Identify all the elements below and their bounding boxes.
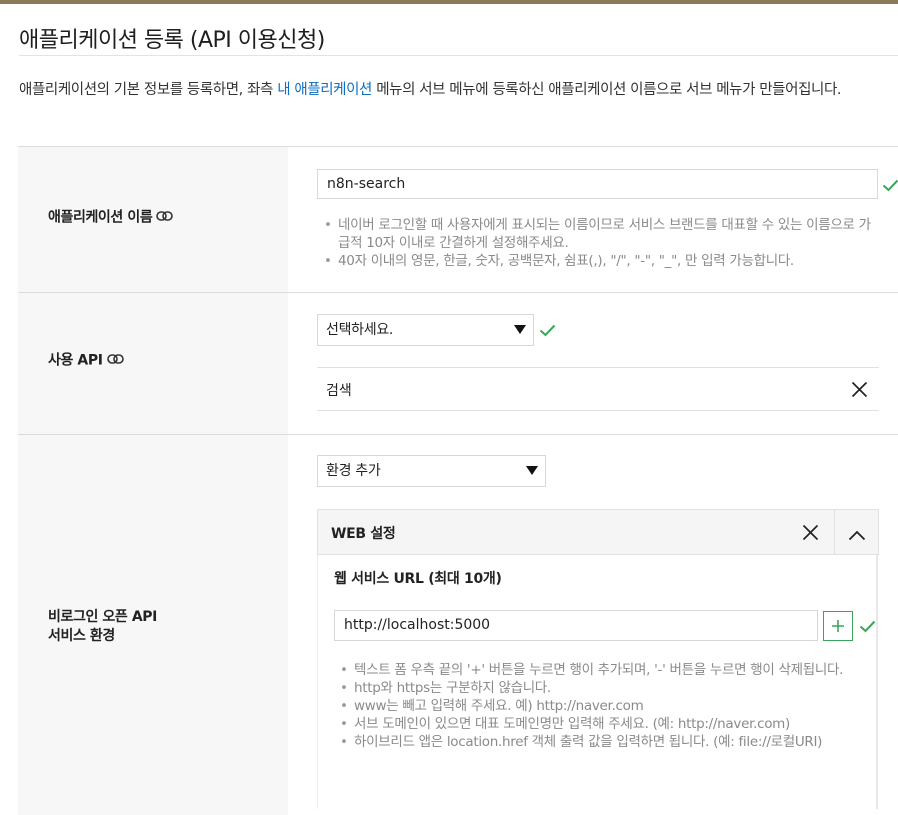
- page-title: 애플리케이션 등록 (API 이용신청): [19, 28, 325, 53]
- web-url-hints: 텍스트 폼 우측 끝의 '+' 버튼을 누르면 행이 추가되며, '-' 버튼을…: [337, 661, 857, 751]
- application-form: 애플리케이션 이름 n8n-search 네이버 로그인할 때 사용자에게 표시…: [18, 146, 898, 815]
- app-name-input[interactable]: n8n-search: [317, 169, 878, 199]
- app-name-label-cell: 애플리케이션 이름: [18, 147, 288, 292]
- my-applications-link[interactable]: 내 애플리케이션: [277, 82, 372, 98]
- environment-label-line2: 서비스 환경: [48, 628, 115, 644]
- api-label-text: 사용 API: [48, 352, 103, 369]
- description-text-before: 애플리케이션의 기본 정보를 등록하면, 좌측: [19, 82, 278, 98]
- web-url-input[interactable]: http://localhost:5000: [334, 610, 818, 641]
- api-label-cell: 사용 API: [18, 293, 288, 434]
- hint-item: http와 https는 구분하지 않습니다.: [337, 679, 857, 697]
- check-icon: [539, 322, 556, 341]
- title-divider: [19, 55, 898, 56]
- environment-label-cell: 비로그인 오픈 API 서비스 환경: [18, 435, 288, 815]
- remove-api-button[interactable]: [851, 381, 868, 402]
- collapse-web-settings-button[interactable]: [848, 526, 866, 545]
- hint-item: www는 빼고 입력해 주세요. 예) http://naver.com: [337, 697, 857, 715]
- hint-item: 텍스트 폼 우측 끝의 '+' 버튼을 누르면 행이 추가되며, '-' 버튼을…: [337, 661, 857, 679]
- dropdown-arrow-icon: [526, 466, 538, 475]
- api-label: 사용 API: [48, 351, 124, 371]
- api-select[interactable]: 선택하세요.: [317, 314, 534, 346]
- environment-select[interactable]: 환경 추가: [317, 455, 546, 487]
- app-name-hints: 네이버 로그인할 때 사용자에게 표시되는 이름이므로 서비스 브랜드를 대표할…: [321, 216, 877, 270]
- header-divider: [834, 510, 835, 554]
- top-accent-bar: [0, 0, 898, 4]
- description-text-after: 메뉴의 서브 메뉴에 등록하신 애플리케이션 이름으로 서브 메뉴가 만들어집니…: [371, 82, 842, 98]
- close-icon: [802, 524, 819, 541]
- web-settings-body: 웹 서비스 URL (최대 10개) http://localhost:5000…: [317, 555, 878, 809]
- hint-item: 40자 이내의 영문, 한글, 숫자, 공백문자, 쉼표(,), "/", "-…: [321, 252, 877, 270]
- hint-item: 서브 도메인이 있으면 대표 도메인명만 입력해 주세요. (예: http:/…: [337, 715, 857, 733]
- selected-api-label: 검색: [326, 383, 352, 399]
- page-description: 애플리케이션의 기본 정보를 등록하면, 좌측 내 애플리케이션 메뉴의 서브 …: [19, 78, 894, 102]
- web-settings-panel: WEB 설정 웹 서비스 URL (최대 10개) http://localho…: [317, 509, 879, 809]
- check-icon: [882, 177, 898, 196]
- api-select-value: 선택하세요.: [326, 322, 394, 338]
- hint-item: 네이버 로그인할 때 사용자에게 표시되는 이름이므로 서비스 브랜드를 대표할…: [321, 216, 877, 252]
- web-settings-title: WEB 설정: [331, 526, 396, 542]
- remove-web-settings-button[interactable]: [802, 524, 819, 545]
- add-url-button[interactable]: [823, 611, 853, 641]
- environment-label-line1: 비로그인 오픈 API: [48, 609, 157, 625]
- close-icon: [851, 381, 868, 398]
- link-icon: [156, 208, 174, 227]
- environment-label: 비로그인 오픈 API 서비스 환경: [48, 608, 157, 646]
- check-icon: [859, 618, 876, 637]
- environment-select-value: 환경 추가: [326, 463, 381, 479]
- app-name-label-text: 애플리케이션 이름: [48, 209, 153, 226]
- link-icon: [106, 351, 124, 370]
- plus-icon: [832, 620, 844, 632]
- chevron-up-icon: [848, 530, 866, 541]
- selected-api-item: 검색: [317, 367, 879, 411]
- app-name-label: 애플리케이션 이름: [48, 208, 174, 228]
- environment-row: 비로그인 오픈 API 서비스 환경 환경 추가 WEB 설정 웹 서비스 UR…: [18, 435, 898, 815]
- web-settings-header: WEB 설정: [317, 509, 879, 555]
- hint-item: 하이브리드 앱은 location.href 객체 출력 값을 입력하면 됩니다…: [337, 733, 857, 751]
- web-url-heading: 웹 서비스 URL (최대 10개): [334, 571, 502, 587]
- app-name-row: 애플리케이션 이름 n8n-search 네이버 로그인할 때 사용자에게 표시…: [18, 147, 898, 293]
- api-row: 사용 API 선택하세요. 검색: [18, 293, 898, 435]
- dropdown-arrow-icon: [514, 325, 526, 334]
